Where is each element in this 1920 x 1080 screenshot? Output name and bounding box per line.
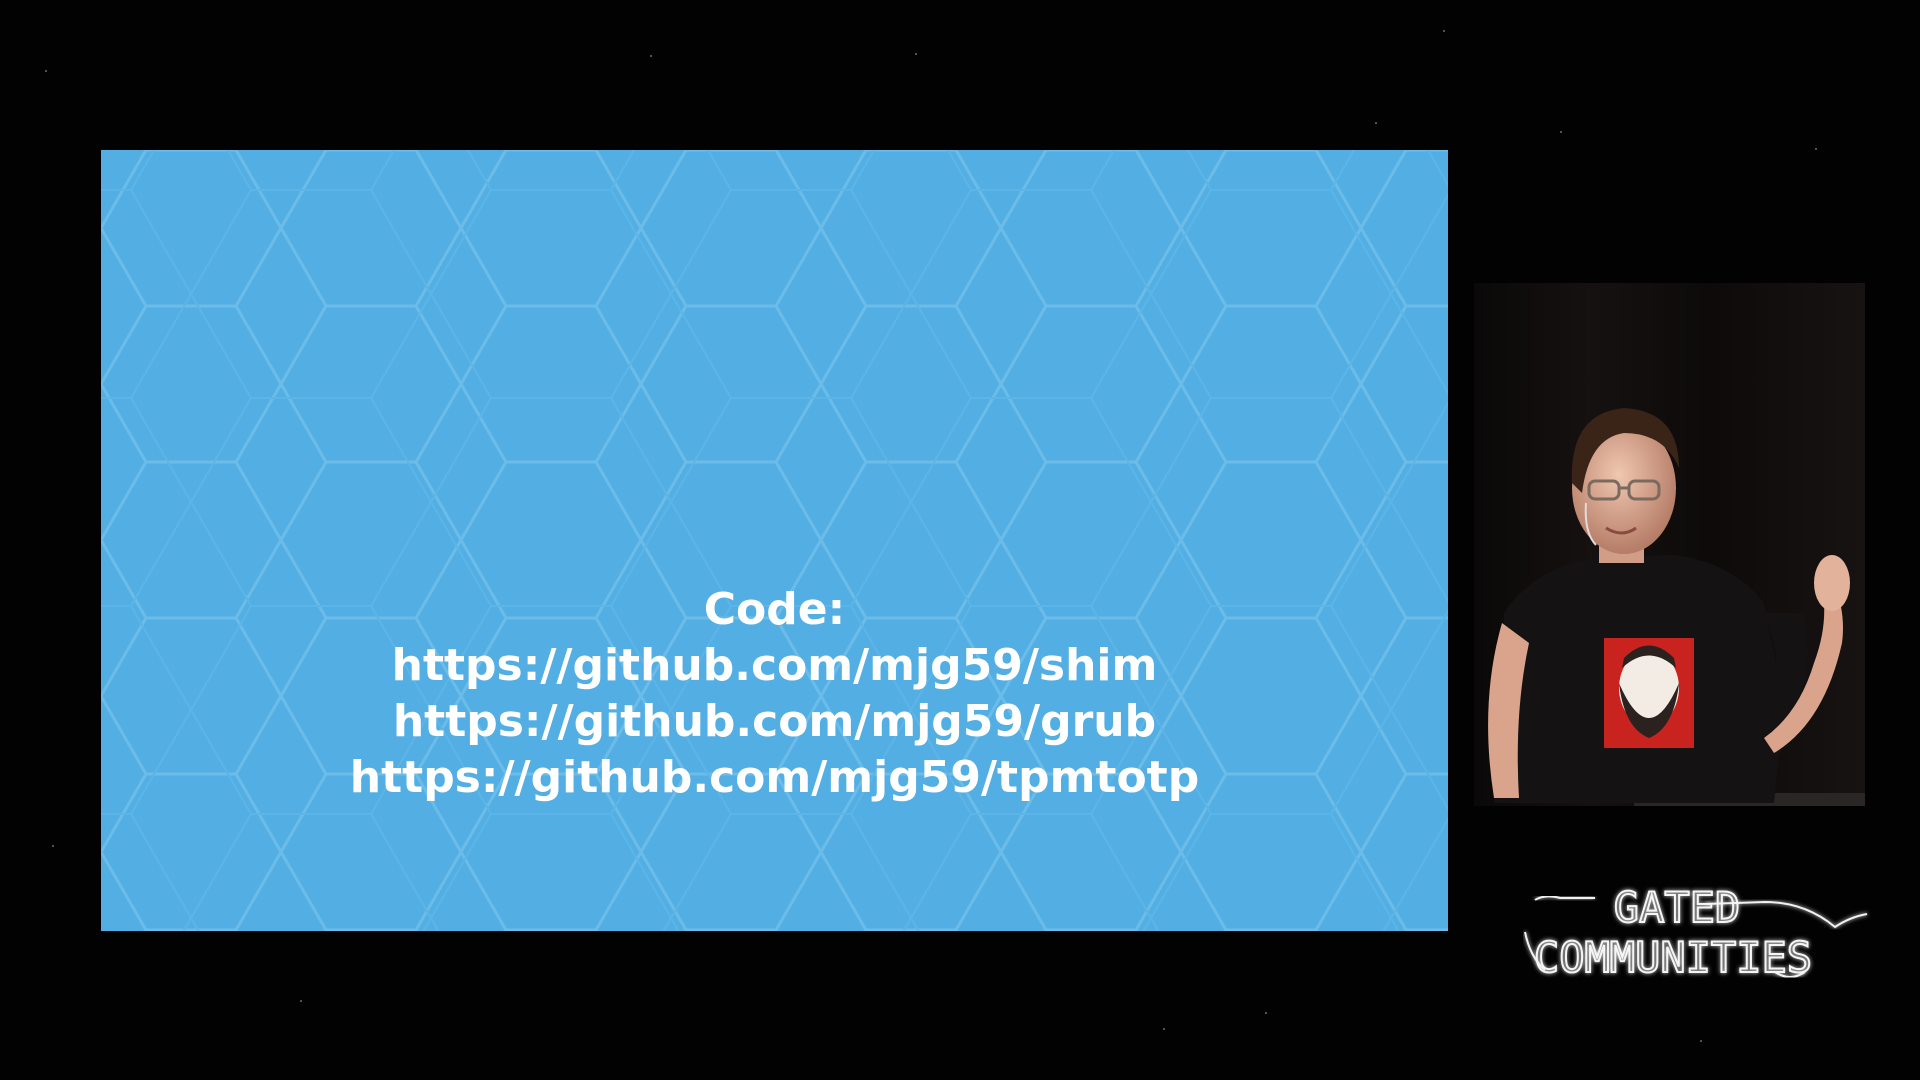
speaker-image bbox=[1474, 283, 1865, 806]
slide-heading: Code: bbox=[703, 584, 846, 635]
star bbox=[650, 55, 652, 57]
star bbox=[1443, 30, 1445, 32]
slide-text-block: Code: https://github.com/mjg59/shim http… bbox=[101, 582, 1448, 806]
star bbox=[1375, 122, 1377, 124]
logo-line-2: COMMUNITIES bbox=[1534, 933, 1812, 982]
repo-link-tpmtotp: https://github.com/mjg59/tpmtotp bbox=[349, 752, 1200, 803]
logo-line-1: GATED bbox=[1614, 883, 1740, 932]
star bbox=[1560, 131, 1562, 133]
star bbox=[1700, 1040, 1702, 1042]
star bbox=[300, 1000, 302, 1002]
repo-link-shim: https://github.com/mjg59/shim bbox=[391, 640, 1158, 691]
video-frame: Code: https://github.com/mjg59/shim http… bbox=[0, 0, 1920, 1080]
star bbox=[1163, 1028, 1165, 1030]
speaker-camera bbox=[1474, 283, 1865, 806]
presentation-slide: Code: https://github.com/mjg59/shim http… bbox=[101, 150, 1448, 931]
star bbox=[1265, 1012, 1267, 1014]
star bbox=[52, 845, 54, 847]
star bbox=[45, 70, 47, 72]
star bbox=[915, 53, 917, 55]
star bbox=[1815, 148, 1817, 150]
repo-link-grub: https://github.com/mjg59/grub bbox=[392, 696, 1157, 747]
event-logo: GATED COMMUNITIES bbox=[1524, 882, 1868, 983]
hexagon-pattern bbox=[101, 150, 1448, 931]
